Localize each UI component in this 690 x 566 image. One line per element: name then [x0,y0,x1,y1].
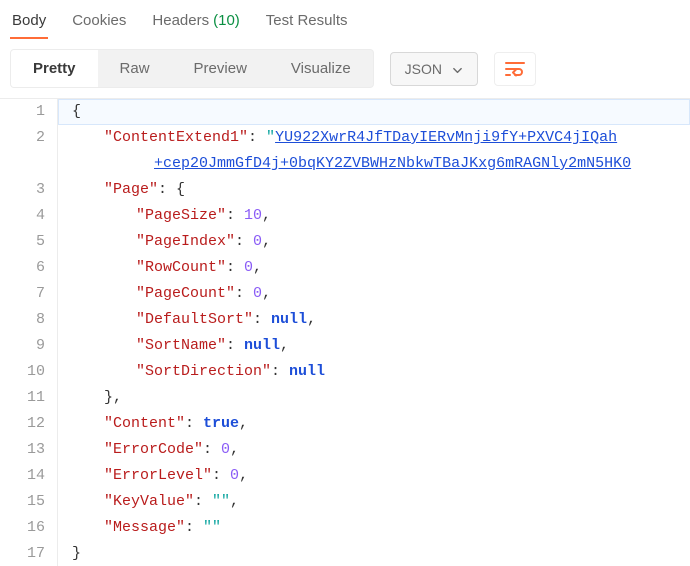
line-number: 12 [0,411,58,437]
format-dropdown-label: JSON [405,61,442,77]
line-number: 14 [0,463,58,489]
tab-cookies[interactable]: Cookies [70,8,128,39]
code-line: 5 "PageIndex": 0, [0,229,690,255]
line-number: 6 [0,255,58,281]
line-number: 4 [0,203,58,229]
line-number: 13 [0,437,58,463]
line-wrap-button[interactable] [494,52,536,86]
line-number: 10 [0,359,58,385]
response-body-code[interactable]: 1 { 2 "ContentExtend1": "YU922XwrR4JfTDa… [0,98,690,566]
format-dropdown[interactable]: JSON [390,52,478,86]
code-line: 13 "ErrorCode": 0, [0,437,690,463]
response-toolbar: Pretty Raw Preview Visualize JSON [0,39,690,98]
line-number: 2 [0,125,58,151]
view-pretty-button[interactable]: Pretty [11,50,98,87]
code-line: 8 "DefaultSort": null, [0,307,690,333]
headers-count: (10) [213,12,240,29]
chevron-down-icon [452,63,463,74]
view-visualize-button[interactable]: Visualize [269,50,373,87]
view-preview-button[interactable]: Preview [172,50,269,87]
line-wrap-icon [505,61,525,77]
code-line: 2 "ContentExtend1": "YU922XwrR4JfTDayIER… [0,125,690,151]
line-number [0,151,58,177]
content-extend-link[interactable]: +cep20JmmGfD4j+0bqKY2ZVBWHzNbkwTBaJKxg6m… [154,155,631,172]
code-line: 7 "PageCount": 0, [0,281,690,307]
tab-body[interactable]: Body [10,8,48,39]
line-number: 1 [0,99,58,125]
line-number: 17 [0,541,58,566]
line-number: 5 [0,229,58,255]
line-number: 15 [0,489,58,515]
content-extend-link[interactable]: YU922XwrR4JfTDayIERvMnji9fY+PXVC4jIQah [275,129,617,146]
code-line: +cep20JmmGfD4j+0bqKY2ZVBWHzNbkwTBaJKxg6m… [0,151,690,177]
code-line: 1 { [0,99,690,125]
line-number: 3 [0,177,58,203]
code-line: 4 "PageSize": 10, [0,203,690,229]
line-number: 11 [0,385,58,411]
code-line: 10 "SortDirection": null [0,359,690,385]
line-number: 16 [0,515,58,541]
code-line: 14 "ErrorLevel": 0, [0,463,690,489]
line-number: 8 [0,307,58,333]
line-number: 7 [0,281,58,307]
code-line: 12 "Content": true, [0,411,690,437]
code-line: 11 }, [0,385,690,411]
response-tabs: Body Cookies Headers(10) Test Results [0,0,690,39]
view-raw-button[interactable]: Raw [98,50,172,87]
code-line: 17 } [0,541,690,566]
code-line: 15 "KeyValue": "", [0,489,690,515]
tab-test-results[interactable]: Test Results [264,8,350,39]
code-line: 16 "Message": "" [0,515,690,541]
code-line: 3 "Page": { [0,177,690,203]
view-mode-group: Pretty Raw Preview Visualize [10,49,374,88]
line-number: 9 [0,333,58,359]
tab-headers[interactable]: Headers(10) [150,8,241,39]
code-line: 9 "SortName": null, [0,333,690,359]
code-line: 6 "RowCount": 0, [0,255,690,281]
